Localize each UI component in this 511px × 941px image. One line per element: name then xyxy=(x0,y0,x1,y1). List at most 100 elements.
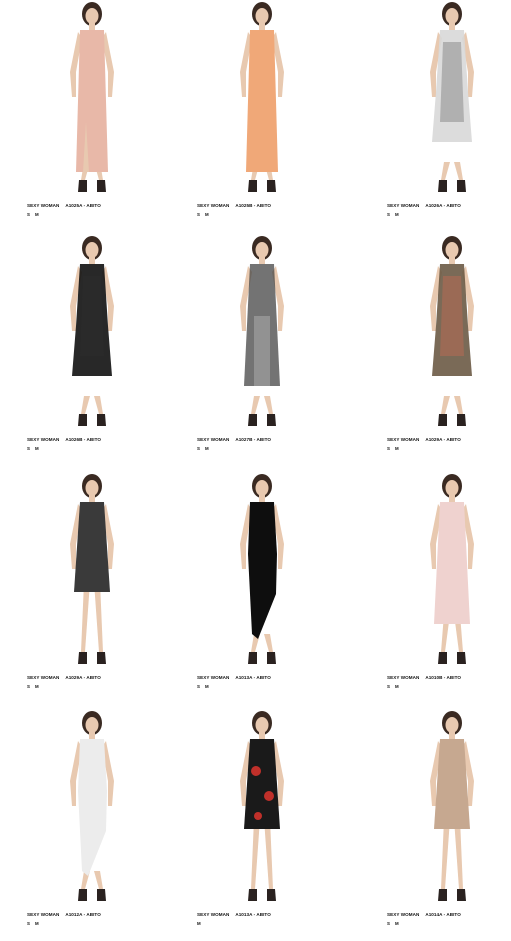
product-title-link[interactable]: SEXY WOMAN A1025B - ABITO xyxy=(197,203,337,209)
product-image[interactable] xyxy=(27,474,157,672)
product-card[interactable]: SEXY WOMAN A1010B - ABITO S M xyxy=(387,474,511,704)
product-code: A1026B xyxy=(65,437,83,442)
product-brand: SEXY WOMAN xyxy=(387,437,420,442)
product-card[interactable]: SEXY WOMAN A1026B - ABITO S M xyxy=(27,236,157,466)
size-option[interactable]: S xyxy=(387,921,390,926)
product-meta: SEXY WOMAN A1026A - ABITO S M xyxy=(387,203,511,217)
size-list: SM xyxy=(387,446,511,451)
size-option[interactable]: M xyxy=(205,446,209,451)
product-meta: SEXY WOMAN A1025B - ABITO S M xyxy=(197,203,337,217)
product-card[interactable]: SEXY WOMAN A1029A - ABITO S M xyxy=(27,474,157,704)
size-option[interactable]: S xyxy=(27,212,30,217)
product-title-link[interactable]: SEXY WOMAN A1029A - ABITO xyxy=(387,437,511,443)
product-card[interactable]: SEXY WOMAN A1014A - ABITO S M xyxy=(387,711,511,941)
size-list: SM xyxy=(387,212,511,217)
size-option[interactable]: M xyxy=(35,212,39,217)
size-option[interactable]: M xyxy=(35,446,39,451)
product-card[interactable]: SEXY WOMAN A1012A - ABITO S M xyxy=(27,711,157,941)
product-title-link[interactable]: SEXY WOMAN A1026B - ABITO xyxy=(27,437,167,443)
product-title-link[interactable]: SEXY WOMAN A1012A - ABITO xyxy=(27,912,167,918)
size-option[interactable]: M xyxy=(197,921,201,926)
size-option[interactable]: M xyxy=(35,921,39,926)
product-image[interactable] xyxy=(387,474,511,672)
product-type: ABITO xyxy=(446,437,461,442)
size-option[interactable]: M xyxy=(395,212,399,217)
size-list: SM xyxy=(197,446,337,451)
product-type: ABITO xyxy=(86,675,101,680)
product-title-link[interactable]: SEXY WOMAN A1027B - ABITO xyxy=(197,437,337,443)
product-type: ABITO xyxy=(446,675,462,680)
product-card[interactable]: SEXY WOMAN A1026A - ABITO S M xyxy=(387,2,511,232)
size-option[interactable]: S xyxy=(387,446,390,451)
product-code: A1026A xyxy=(425,203,443,208)
size-list: SM xyxy=(197,684,337,689)
product-image[interactable] xyxy=(197,711,327,909)
product-image[interactable] xyxy=(387,711,511,909)
size-option[interactable]: M xyxy=(395,921,399,926)
product-brand: SEXY WOMAN xyxy=(387,912,420,917)
size-option[interactable]: S xyxy=(197,684,200,689)
size-option[interactable]: S xyxy=(27,684,30,689)
size-option[interactable]: M xyxy=(205,684,209,689)
size-list: SM xyxy=(197,212,337,217)
model-figure xyxy=(240,474,284,664)
size-option[interactable]: S xyxy=(197,446,200,451)
model-figure xyxy=(70,2,114,192)
model-figure xyxy=(240,2,284,192)
product-title-link[interactable]: SEXY WOMAN A1013A - ABITO xyxy=(197,675,337,681)
product-title-link[interactable]: SEXY WOMAN A1010B - ABITO xyxy=(387,675,511,681)
model-figure xyxy=(240,711,284,901)
size-option[interactable]: M xyxy=(205,212,209,217)
product-image[interactable] xyxy=(197,2,327,200)
size-option[interactable]: S xyxy=(27,921,30,926)
product-brand: SEXY WOMAN xyxy=(27,437,60,442)
product-code: A1012A xyxy=(65,912,83,917)
product-title-link[interactable]: SEXY WOMAN A1014A - ABITO xyxy=(387,912,511,918)
product-type: ABITO xyxy=(446,912,461,917)
product-brand: SEXY WOMAN xyxy=(387,675,420,680)
product-title-link[interactable]: SEXY WOMAN A1025A - ABITO xyxy=(27,203,167,209)
size-option[interactable]: S xyxy=(27,446,30,451)
product-card[interactable]: SEXY WOMAN A1013A - ABITO M xyxy=(197,711,327,941)
model-figure xyxy=(430,2,474,192)
product-code: A1029A xyxy=(65,675,83,680)
product-title-link[interactable]: SEXY WOMAN A1013A - ABITO xyxy=(197,912,337,918)
product-brand: SEXY WOMAN xyxy=(27,203,60,208)
size-list: SM xyxy=(387,921,511,926)
product-card[interactable]: SEXY WOMAN A1027B - ABITO S M xyxy=(197,236,327,466)
size-option[interactable]: M xyxy=(395,684,399,689)
product-meta: SEXY WOMAN A1010B - ABITO S M xyxy=(387,675,511,689)
product-image[interactable] xyxy=(197,236,327,434)
product-brand: SEXY WOMAN xyxy=(197,912,230,917)
product-brand: SEXY WOMAN xyxy=(197,675,230,680)
product-image[interactable] xyxy=(387,236,511,434)
size-option[interactable]: S xyxy=(197,212,200,217)
product-type: ABITO xyxy=(86,203,101,208)
product-code: A1013A xyxy=(235,675,253,680)
product-card[interactable]: SEXY WOMAN A1025A - ABITO S M xyxy=(27,2,157,232)
product-code: A1027B xyxy=(235,437,253,442)
product-image[interactable] xyxy=(27,711,157,909)
size-option[interactable]: M xyxy=(35,684,39,689)
product-image[interactable] xyxy=(27,236,157,434)
size-option[interactable]: S xyxy=(387,684,390,689)
model-figure xyxy=(430,236,474,426)
product-type: ABITO xyxy=(256,203,272,208)
size-option[interactable]: M xyxy=(395,446,399,451)
size-option[interactable]: S xyxy=(387,212,390,217)
product-code: A1025A xyxy=(65,203,83,208)
product-brand: SEXY WOMAN xyxy=(27,675,60,680)
product-code: A1029A xyxy=(425,437,443,442)
product-meta: SEXY WOMAN A1012A - ABITO S M xyxy=(27,912,167,926)
product-image[interactable] xyxy=(27,2,157,200)
product-image[interactable] xyxy=(197,474,327,672)
product-image[interactable] xyxy=(387,2,511,200)
product-title-link[interactable]: SEXY WOMAN A1029A - ABITO xyxy=(27,675,167,681)
product-card[interactable]: SEXY WOMAN A1013A - ABITO S M xyxy=(197,474,327,704)
product-card[interactable]: SEXY WOMAN A1029A - ABITO S M xyxy=(387,236,511,466)
product-card[interactable]: SEXY WOMAN A1025B - ABITO S M xyxy=(197,2,327,232)
product-brand: SEXY WOMAN xyxy=(197,437,230,442)
product-type: ABITO xyxy=(446,203,461,208)
model-figure xyxy=(240,236,284,426)
product-title-link[interactable]: SEXY WOMAN A1026A - ABITO xyxy=(387,203,511,209)
